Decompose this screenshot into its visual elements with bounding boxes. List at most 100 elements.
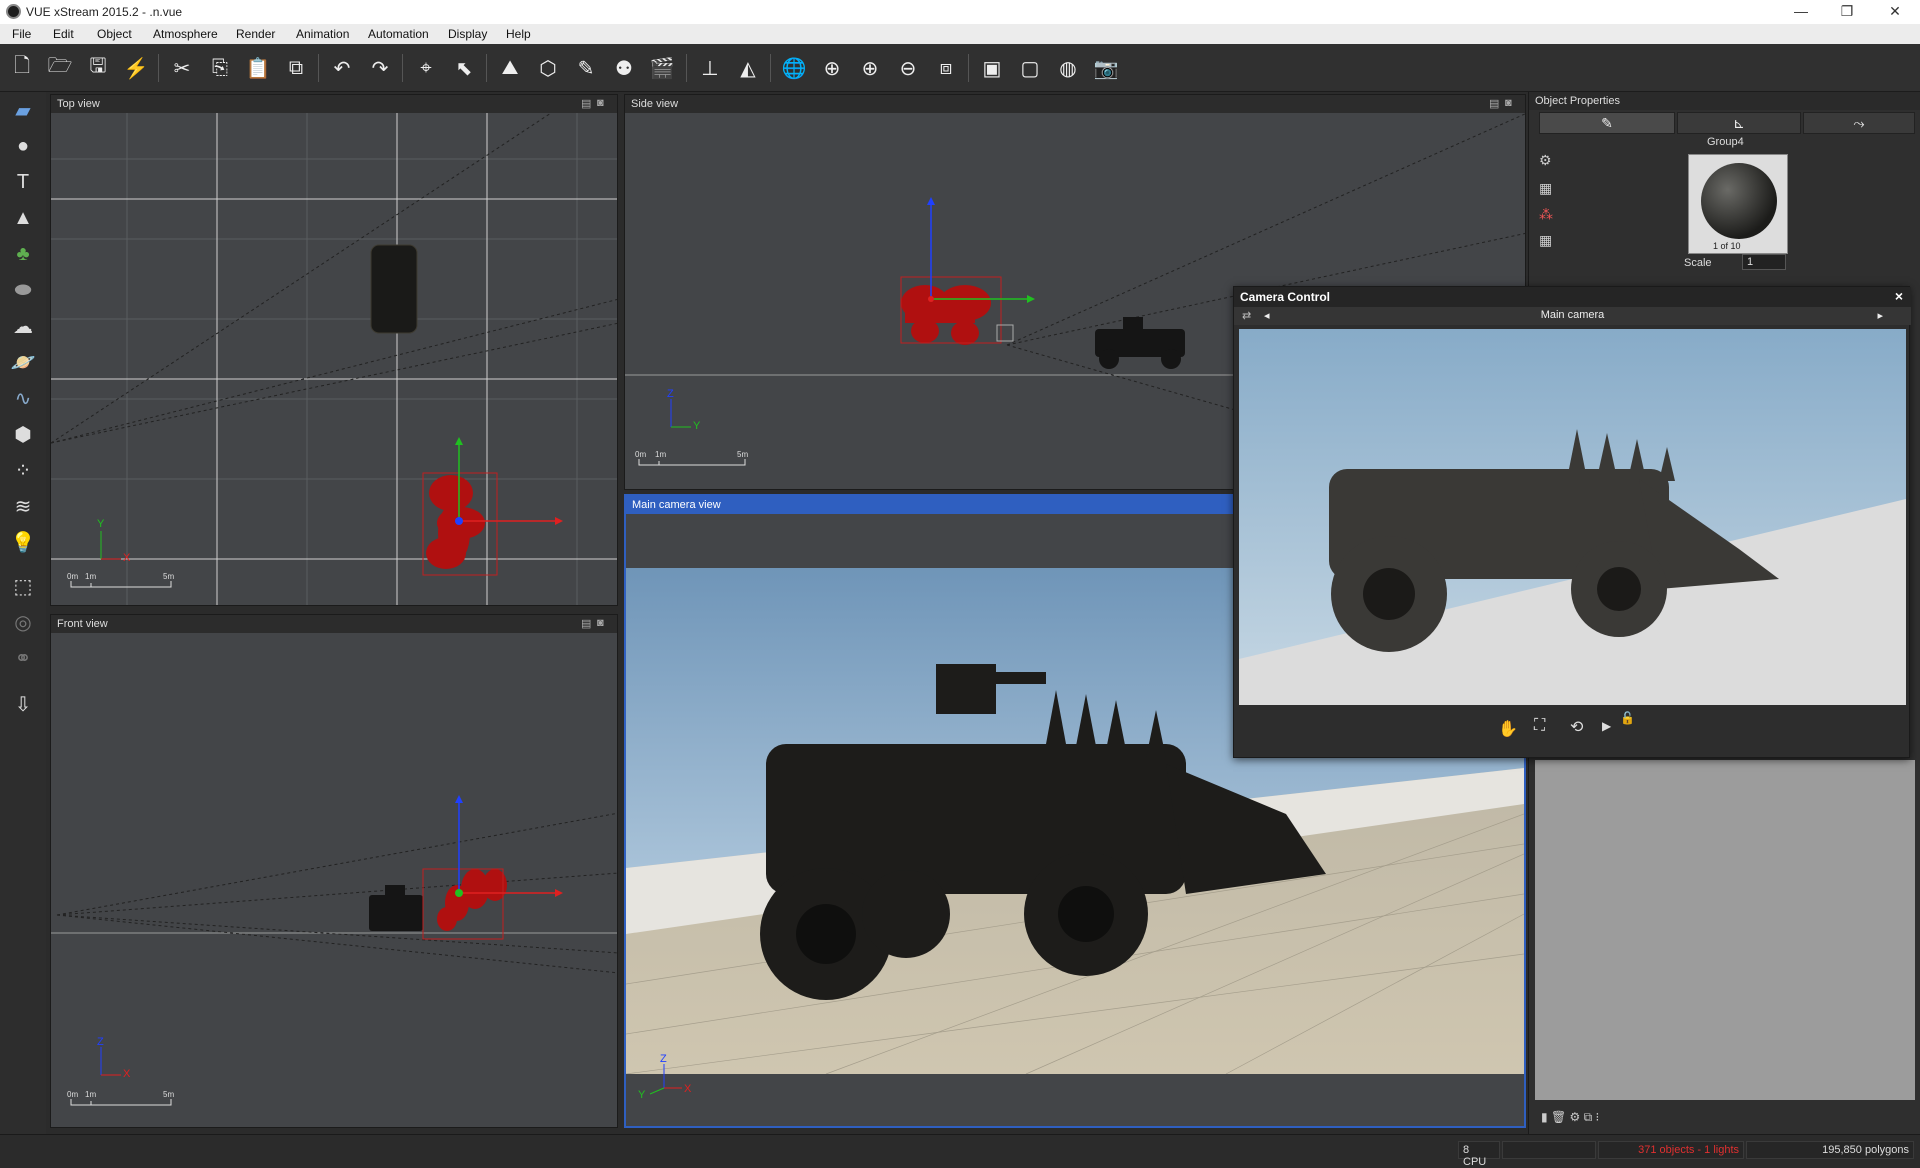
menu-display[interactable]: Display — [448, 27, 487, 41]
menu-file[interactable]: File — [12, 27, 31, 41]
boolean-icon[interactable]: ⬢ — [9, 420, 37, 448]
viewport-options-icon[interactable]: ▤ — [581, 617, 595, 630]
panel-bottom-tools-icon[interactable]: ▮ 🗑 ⚙ ⧉ ⁝ — [1541, 1110, 1599, 1125]
rock-icon[interactable]: ⬬ — [9, 276, 37, 304]
scale-label-5: 5m — [163, 572, 174, 581]
export-icon[interactable]: ⇩ — [9, 690, 37, 718]
zoom-out-icon[interactable]: ⊖ — [894, 54, 922, 82]
tab-animation[interactable]: ⤳ — [1803, 112, 1915, 134]
metablob-icon[interactable]: ◎ — [9, 608, 37, 636]
viewport-options-icon[interactable]: ▤ — [581, 97, 595, 110]
select-by-icon[interactable]: ⬉ — [450, 54, 478, 82]
edit-brush-icon[interactable]: ✎ — [572, 54, 600, 82]
render-preview-icon[interactable]: ▣ — [978, 54, 1006, 82]
axis-y-label: Y — [638, 1089, 646, 1101]
menu-object[interactable]: Object — [97, 27, 132, 41]
tab-aspect[interactable]: ✎ — [1539, 112, 1675, 134]
camera-control-title-text: Camera Control — [1240, 290, 1331, 304]
duplicate-icon[interactable]: ⧉ — [282, 54, 310, 82]
camera-object-icon[interactable] — [996, 324, 1014, 342]
align-icon[interactable]: ⊥ — [696, 54, 724, 82]
top-viewport[interactable]: Top view ▤ ◙ Y X 0m 1m 5m — [50, 94, 618, 606]
selected-group-side[interactable] — [901, 285, 991, 345]
tab-numerics[interactable]: ⊾ — [1677, 112, 1801, 134]
menu-automation[interactable]: Automation — [368, 27, 429, 41]
next-camera-button[interactable]: ▸ — [1877, 309, 1883, 322]
globe-icon[interactable]: 🌐 — [780, 54, 808, 82]
render-sphere-icon[interactable]: ◍ — [1054, 54, 1082, 82]
pan-hand-icon[interactable]: ✋ — [1498, 719, 1518, 739]
top-view-canvas[interactable]: Y X 0m 1m 5m — [51, 112, 618, 606]
viewport-title: Top view — [57, 98, 100, 110]
frame-icon[interactable]: ⛶ — [1534, 717, 1545, 735]
play-icon[interactable]: ▶ — [1602, 719, 1611, 733]
text-icon[interactable]: T — [9, 168, 37, 196]
material-edit-icon[interactable]: ⚙ — [1539, 152, 1552, 169]
terrain-icon[interactable]: ⛰ — [496, 54, 524, 82]
terrain-tool-icon[interactable]: ▲ — [9, 204, 37, 232]
open-file-icon[interactable]: 🗁 — [46, 54, 74, 82]
material-list-icon[interactable]: ▦ — [1539, 232, 1552, 249]
camera-control-close-button[interactable]: × — [1895, 288, 1903, 304]
planet-icon[interactable]: 🪐 — [9, 348, 37, 376]
camera-icon[interactable]: 📷 — [1092, 54, 1120, 82]
undo-icon[interactable]: ↶ — [328, 54, 356, 82]
redo-icon[interactable]: ↷ — [366, 54, 394, 82]
viewport-options-icon[interactable]: ▤ — [1489, 97, 1503, 110]
materials-icon[interactable]: ⚉ — [610, 54, 638, 82]
wind-icon[interactable]: ≋ — [9, 492, 37, 520]
ecosystem-icon[interactable]: ⁘ — [9, 456, 37, 484]
quick-save-icon[interactable]: ⚡ — [122, 54, 150, 82]
front-view-canvas[interactable]: Z X 0m 1m 5m — [51, 633, 618, 1128]
menu-animation[interactable]: Animation — [296, 27, 349, 41]
zoom-in-icon[interactable]: ⊕ — [856, 54, 884, 82]
zoom-region-icon[interactable]: ⊕ — [818, 54, 846, 82]
lock-icon[interactable]: 🔓 — [1620, 711, 1635, 725]
camera-name: Main camera — [1540, 309, 1605, 321]
viewport-render-icon[interactable]: ◙ — [597, 97, 611, 110]
close-window-button[interactable]: ✕ — [1872, 0, 1918, 24]
fit-icon[interactable]: ⧈ — [932, 54, 960, 82]
camera-preview[interactable] — [1239, 329, 1906, 705]
main-toolbar: 🗋 🗁 🖫 ⚡ ✂ ⎘ 📋 ⧉ ↶ ↷ ⌖ ⬉ ⛰ ⬡ ✎ ⚉ 🎬 ⊥ ◭ 🌐 … — [0, 44, 1920, 92]
object-cube-icon[interactable]: ⬡ — [534, 54, 562, 82]
front-viewport[interactable]: Front view ▤ ◙ Z X 0m 1m 5m — [50, 614, 618, 1128]
material-preview[interactable]: 1 of 10 — [1688, 154, 1788, 254]
selected-group-front[interactable] — [437, 869, 507, 931]
color-map-icon[interactable]: ⁂ — [1539, 206, 1553, 223]
tree-icon[interactable]: ♣ — [9, 240, 37, 268]
minimize-button[interactable]: — — [1778, 0, 1824, 24]
menu-help[interactable]: Help — [506, 27, 531, 41]
window-title: VUE xStream 2015.2 - .n.vue — [26, 5, 183, 19]
viewport-render-icon[interactable]: ◙ — [1505, 97, 1519, 110]
render-area-icon[interactable]: ▢ — [1016, 54, 1044, 82]
orbit-icon[interactable]: ⟲ — [1570, 717, 1583, 737]
cloud-icon[interactable]: ☁ — [9, 312, 37, 340]
material-checker-icon[interactable]: ▦ — [1539, 180, 1552, 197]
animation-icon[interactable]: 🎬 — [648, 54, 676, 82]
import-object-icon[interactable]: ⬚ — [9, 572, 37, 600]
object-list-area[interactable] — [1535, 760, 1915, 1100]
viewport-render-icon[interactable]: ◙ — [597, 617, 611, 630]
new-file-icon[interactable]: 🗋 — [8, 54, 36, 82]
copy-icon[interactable]: ⎘ — [206, 54, 234, 82]
scale-label: Scale — [1684, 257, 1712, 269]
save-icon[interactable]: 🖫 — [84, 54, 112, 82]
mirror-icon[interactable]: ◭ — [734, 54, 762, 82]
link-icon[interactable]: ⚭ — [9, 644, 37, 672]
menu-render[interactable]: Render — [236, 27, 275, 41]
paste-icon[interactable]: 📋 — [244, 54, 272, 82]
menu-atmosphere[interactable]: Atmosphere — [153, 27, 218, 41]
maximize-button[interactable]: ❐ — [1824, 0, 1870, 24]
menu-edit[interactable]: Edit — [53, 27, 74, 41]
cut-icon[interactable]: ✂ — [168, 54, 196, 82]
object-count: 371 objects - 1 lights — [1598, 1141, 1744, 1159]
axis-y-label: Y — [693, 420, 701, 432]
select-icon[interactable]: ⌖ — [412, 54, 440, 82]
light-icon[interactable]: 💡 — [9, 528, 37, 556]
spline-icon[interactable]: ∿ — [9, 384, 37, 412]
sphere-icon[interactable]: ● — [9, 132, 37, 160]
plane-icon[interactable]: ▰ — [9, 96, 37, 124]
camera-nav-controls: ✋ ⛶ ⟲ ▶ 🔓 — [1498, 711, 1648, 745]
scale-input[interactable]: 1 — [1742, 254, 1786, 270]
